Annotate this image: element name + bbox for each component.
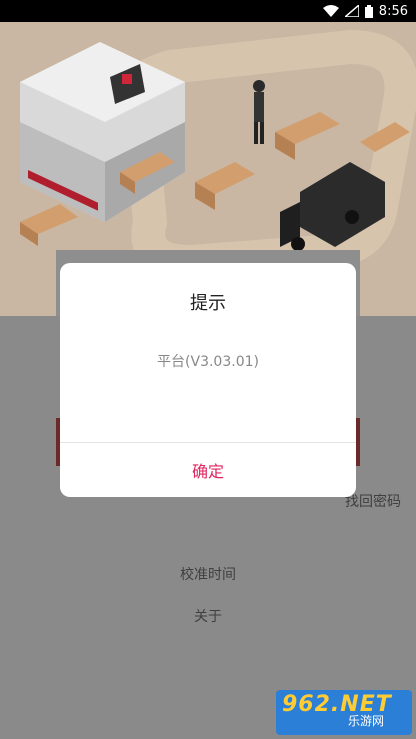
status-bar: 8:56	[0, 0, 416, 22]
status-time: 8:56	[378, 3, 408, 19]
wifi-icon	[322, 5, 339, 17]
signal-icon	[344, 5, 359, 17]
dialog-title: 提示	[190, 293, 226, 314]
watermark-site: 乐游网	[348, 714, 385, 728]
watermark-logo: 962.NET 乐游网	[276, 690, 412, 735]
dialog-message: 平台(V3.03.01)	[157, 354, 259, 370]
alert-dialog: 提示 平台(V3.03.01) 确定	[60, 263, 356, 497]
battery-icon	[364, 4, 373, 18]
confirm-button[interactable]: 确定	[60, 443, 356, 497]
